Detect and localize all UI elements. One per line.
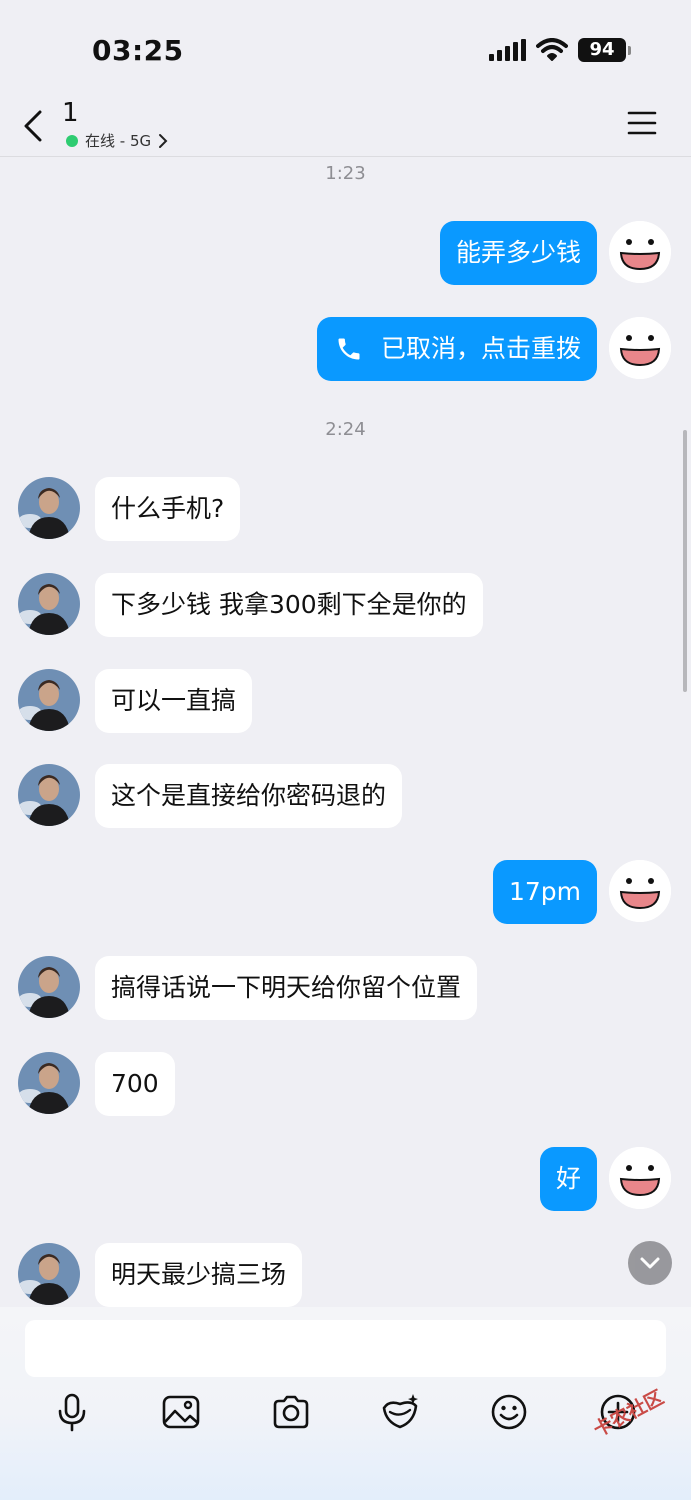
message-bubble[interactable]: 好 [539, 1147, 597, 1211]
message-bubble[interactable]: 可以一直搞 [95, 669, 253, 733]
message-row-incoming: 700 [0, 1052, 691, 1116]
status-bar: 03:25 94 [0, 0, 691, 100]
message-bubble[interactable]: 什么手机? [95, 477, 241, 541]
message-row-incoming: 这个是直接给你密码退的 [0, 764, 691, 828]
message-input[interactable] [25, 1320, 666, 1377]
chat-title[interactable]: 1 [62, 98, 79, 128]
menu-icon[interactable] [627, 110, 657, 136]
message-row-incoming: 明天最少搞三场 [0, 1243, 691, 1307]
battery-icon: 94 [578, 38, 631, 62]
red-packet-icon[interactable] [380, 1392, 420, 1432]
composer-toolbar [0, 1392, 691, 1432]
timestamp: 1:23 [325, 163, 366, 184]
smiley-face-icon [609, 860, 671, 922]
chat-header: 1 在线 - 5G [0, 98, 691, 157]
image-icon[interactable] [161, 1392, 201, 1432]
scrollbar[interactable] [683, 430, 687, 692]
chevron-right-icon [159, 133, 168, 148]
emoji-icon[interactable] [489, 1392, 529, 1432]
message-row-incoming: 可以一直搞 [0, 669, 691, 733]
message-bubble[interactable]: 700 [95, 1052, 175, 1116]
timestamp: 2:24 [325, 419, 366, 440]
message-row-outgoing: 好 [0, 1147, 691, 1211]
message-row-incoming: 下多少钱 我拿300剩下全是你的 [0, 573, 691, 637]
message-bubble[interactable]: 17pm [492, 860, 597, 924]
contact-avatar[interactable] [18, 477, 80, 539]
battery-level: 94 [578, 38, 626, 62]
contact-avatar[interactable] [18, 1052, 80, 1114]
my-avatar[interactable] [609, 1147, 671, 1209]
contact-photo [18, 573, 80, 635]
message-row-incoming: 什么手机? [0, 477, 691, 541]
my-avatar[interactable] [609, 860, 671, 922]
contact-photo [18, 764, 80, 826]
contact-avatar[interactable] [18, 956, 80, 1018]
microphone-icon[interactable] [52, 1392, 92, 1432]
back-chevron-icon[interactable] [20, 106, 50, 146]
composer-area: 卡农社区 [0, 1307, 691, 1500]
online-dot-icon [66, 134, 78, 147]
online-status[interactable]: 在线 - 5G [66, 130, 168, 151]
contact-avatar[interactable] [18, 573, 80, 635]
message-bubble[interactable]: 下多少钱 我拿300剩下全是你的 [95, 573, 483, 637]
contact-avatar[interactable] [18, 1243, 80, 1305]
message-list[interactable]: 1:23 能弄多少钱 已取消，点击重拨 2:24 什么手机? 下多少钱 我拿30… [0, 157, 691, 1307]
contact-photo [18, 1052, 80, 1114]
signal-icon [489, 39, 526, 61]
online-status-text: 在线 - 5G [85, 132, 152, 150]
smiley-face-icon [609, 317, 671, 379]
my-avatar[interactable] [609, 317, 671, 379]
call-status-text: 已取消，点击重拨 [380, 334, 581, 363]
message-bubble[interactable]: 明天最少搞三场 [95, 1243, 303, 1307]
smiley-face-icon [609, 221, 671, 283]
contact-photo [18, 956, 80, 1018]
scroll-to-bottom-button[interactable] [628, 1241, 672, 1285]
message-bubble[interactable]: 能弄多少钱 [439, 221, 597, 285]
chevron-down-icon [640, 1257, 660, 1269]
status-icons: 94 [489, 38, 631, 62]
camera-icon[interactable] [271, 1392, 311, 1432]
phone-icon [338, 338, 360, 360]
contact-avatar[interactable] [18, 764, 80, 826]
message-row-outgoing: 能弄多少钱 [0, 221, 691, 285]
message-row-outgoing: 17pm [0, 860, 691, 924]
contact-avatar[interactable] [18, 669, 80, 731]
smiley-face-icon [609, 1147, 671, 1209]
message-row-outgoing: 已取消，点击重拨 [0, 317, 691, 381]
message-bubble[interactable]: 这个是直接给你密码退的 [95, 764, 403, 828]
message-row-incoming: 搞得话说一下明天给你留个位置 [0, 956, 691, 1020]
message-bubble[interactable]: 搞得话说一下明天给你留个位置 [95, 956, 478, 1020]
my-avatar[interactable] [609, 221, 671, 283]
status-time: 03:25 [92, 34, 184, 67]
contact-photo [18, 1243, 80, 1305]
contact-photo [18, 669, 80, 731]
call-cancelled-bubble[interactable]: 已取消，点击重拨 [316, 317, 597, 381]
contact-photo [18, 477, 80, 539]
wifi-icon [536, 38, 568, 61]
